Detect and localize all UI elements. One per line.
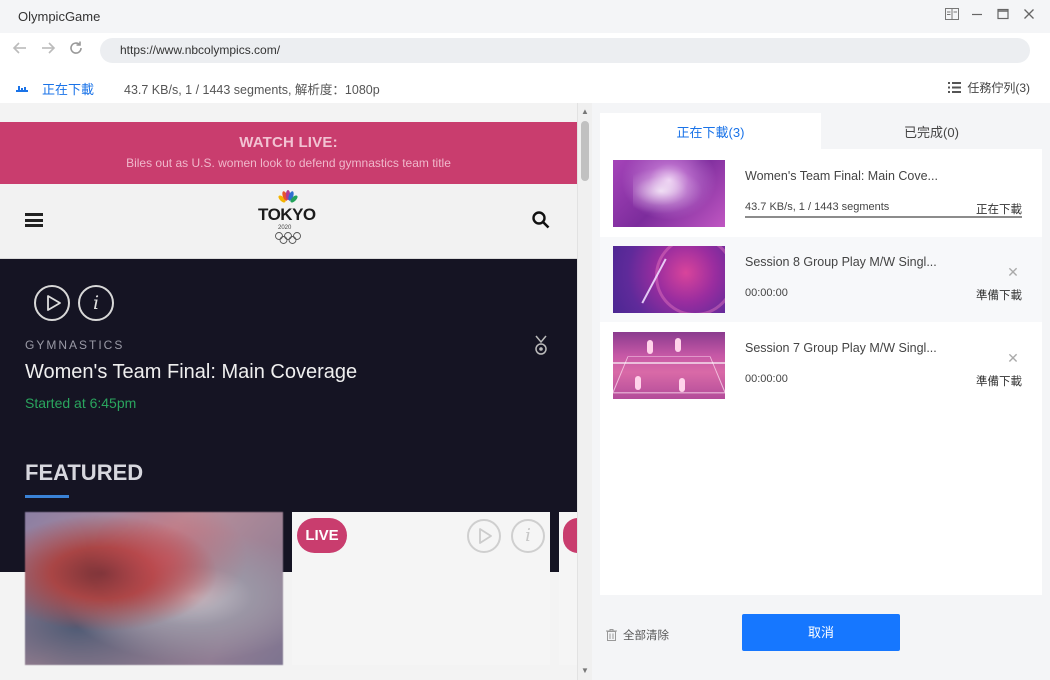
minimize-icon[interactable] (968, 7, 986, 25)
download-status-bar: 正在下載 43.7 KB/s, 1 / 1443 segments, 解析度：1… (0, 68, 1050, 103)
task-status: 正在下載 (976, 204, 1022, 216)
download-status-label: 正在下載 (42, 82, 95, 97)
page-scrollbar[interactable]: ▲ ▼ (577, 103, 592, 680)
close-icon[interactable] (1020, 7, 1038, 25)
task-queue-label: 任務佇列(3) (967, 81, 1030, 95)
event-sport: GYMNASTICS (25, 338, 125, 352)
remove-task-icon[interactable]: ✕ (1006, 351, 1020, 365)
watch-live-banner[interactable]: WATCH LIVE: Biles out as U.S. women look… (0, 122, 577, 184)
featured-card-live[interactable]: LIVE i (292, 512, 550, 665)
task-info: 00:00:00 (745, 373, 788, 385)
list-icon (948, 82, 962, 93)
featured-event-hero: i GYMNASTICS Women's Team Final: Main Co… (0, 259, 577, 512)
search-icon[interactable] (532, 211, 550, 229)
play-icon[interactable] (467, 519, 501, 553)
info-icon[interactable]: i (511, 519, 545, 553)
live-badge: LIVE (297, 518, 347, 553)
reader-icon[interactable] (943, 7, 961, 25)
logo-year: 2020 (278, 225, 292, 231)
task-thumbnail (613, 246, 725, 313)
banner-subtitle: Biles out as U.S. women look to defend g… (126, 156, 451, 170)
clear-all-label: 全部清除 (623, 630, 669, 642)
scroll-thumb[interactable] (581, 121, 589, 181)
maximize-icon[interactable] (994, 7, 1012, 25)
title-bar: OlympicGame (0, 0, 1050, 33)
task-queue-button[interactable]: 任務佇列(3) (948, 79, 1030, 96)
featured-underline (25, 495, 69, 498)
event-start-time: Started at 6:45pm (25, 395, 137, 411)
peacock-icon (278, 190, 298, 203)
task-info: 00:00:00 (745, 287, 788, 299)
task-progress-fill (745, 216, 1022, 218)
task-progress-bar (745, 216, 1022, 218)
app-title: OlympicGame (18, 9, 101, 24)
tokyo-2020-logo[interactable]: TOKYO 2020 (256, 190, 320, 246)
logo-text: TOKYO (258, 205, 316, 224)
featured-card-image[interactable] (25, 512, 283, 665)
medal-icon[interactable] (534, 335, 548, 357)
task-title: Women's Team Final: Main Cove... (745, 169, 938, 183)
task-info: 43.7 KB/s, 1 / 1443 segments (745, 201, 890, 213)
info-icon[interactable]: i (78, 285, 114, 321)
task-status: 準備下載 (976, 376, 1022, 388)
olympic-rings-icon (275, 232, 301, 244)
task-thumbnail (613, 160, 725, 227)
download-icon (14, 78, 30, 94)
cancel-button[interactable]: 取消 (742, 614, 900, 651)
menu-icon[interactable] (25, 213, 43, 227)
site-header: TOKYO 2020 (0, 184, 577, 259)
panel-footer: 全部清除 取消 (592, 595, 1050, 680)
download-panel: 正在下載(3) 已完成(0) Women's Team Final: Main … (592, 103, 1050, 680)
back-icon[interactable] (10, 40, 30, 60)
download-task[interactable]: Session 8 Group Play M/W Singl... 00:00:… (600, 237, 1042, 322)
scroll-up-icon[interactable]: ▲ (578, 105, 592, 119)
tab-completed[interactable]: 已完成(0) (821, 113, 1042, 149)
task-title: Session 7 Group Play M/W Singl... (745, 341, 937, 355)
task-title: Session 8 Group Play M/W Singl... (745, 255, 937, 269)
event-title[interactable]: Women's Team Final: Main Coverage (25, 361, 357, 384)
featured-card-partial[interactable] (559, 512, 577, 665)
featured-cards: LIVE i (0, 512, 577, 680)
download-task[interactable]: Session 7 Group Play M/W Singl... 00:00:… (600, 323, 1042, 408)
banner-title: WATCH LIVE: (239, 134, 338, 151)
clear-all-button[interactable]: 全部清除 (606, 627, 669, 643)
featured-heading: FEATURED (25, 460, 144, 485)
download-status-info: 43.7 KB/s, 1 / 1443 segments, 解析度：1080p (124, 83, 380, 97)
reload-icon[interactable] (66, 40, 86, 60)
trash-icon (606, 629, 617, 641)
download-list: 正在下載(3) 已完成(0) Women's Team Final: Main … (600, 113, 1042, 595)
url-input[interactable]: https://www.nbcolympics.com/ (100, 38, 1030, 63)
scroll-down-icon[interactable]: ▼ (578, 664, 592, 678)
forward-icon[interactable] (38, 40, 58, 60)
download-task[interactable]: Women's Team Final: Main Cove... 43.7 KB… (600, 151, 1042, 236)
web-content: WATCH LIVE: Biles out as U.S. women look… (0, 103, 592, 680)
url-text: https://www.nbcolympics.com/ (120, 43, 281, 57)
remove-task-icon[interactable]: ✕ (1006, 265, 1020, 279)
play-icon[interactable] (34, 285, 70, 321)
task-thumbnail (613, 332, 725, 399)
tab-downloading[interactable]: 正在下載(3) (600, 113, 821, 149)
task-status: 準備下載 (976, 290, 1022, 302)
address-bar: https://www.nbcolympics.com/ (0, 33, 1050, 68)
